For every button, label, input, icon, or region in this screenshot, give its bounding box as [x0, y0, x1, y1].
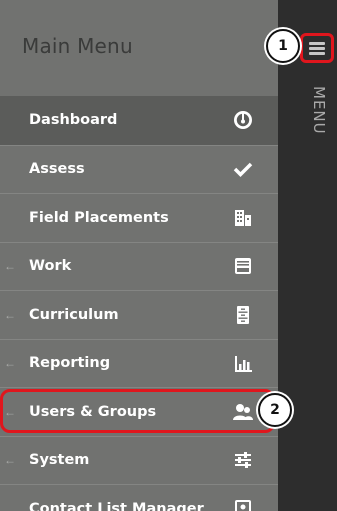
sliders-icon — [232, 449, 254, 471]
callout-badge-2: 2 — [258, 393, 292, 427]
menu-item-label: Assess — [29, 161, 85, 178]
menu-item-field-placements[interactable]: Field Placements — [0, 193, 278, 242]
menu-side-rail — [278, 0, 337, 511]
menu-item-dashboard[interactable]: Dashboard — [0, 96, 278, 145]
users-groups-highlight — [0, 389, 275, 433]
menu-item-system[interactable]: ← System — [0, 435, 278, 485]
menu-item-reporting[interactable]: ← Reporting — [0, 338, 278, 388]
file-cabinet-icon — [232, 304, 254, 326]
menu-rail-label: MENU — [310, 86, 328, 135]
menu-item-label: Reporting — [29, 355, 111, 372]
contact-card-icon — [232, 498, 254, 511]
main-menu-panel: Main Menu Dashboard Assess Field Placeme… — [0, 0, 278, 511]
menu-item-label: Work — [29, 258, 72, 275]
menu-toggle-button[interactable] — [300, 33, 334, 63]
bar-chart-icon — [232, 352, 254, 374]
expand-arrow-icon: ← — [4, 453, 16, 468]
menu-item-label: System — [29, 452, 90, 469]
menu-item-label: Field Placements — [29, 209, 169, 226]
building-icon — [232, 207, 254, 229]
menu-title: Main Menu — [22, 34, 133, 58]
inbox-tray-icon — [232, 255, 254, 277]
menu-header: Main Menu — [0, 0, 278, 96]
expand-arrow-icon: ← — [4, 356, 16, 371]
menu-item-curriculum[interactable]: ← Curriculum — [0, 290, 278, 339]
menu-item-contact-list-manager[interactable]: Contact List Manager — [0, 484, 278, 511]
hamburger-icon — [309, 41, 325, 55]
menu-item-label: Dashboard — [29, 112, 118, 129]
callout-badge-1: 1 — [266, 29, 300, 63]
checkmark-icon — [232, 158, 254, 180]
menu-item-label: Curriculum — [29, 306, 119, 323]
menu-list: Dashboard Assess Field Placements ← Work — [0, 96, 278, 511]
menu-item-work[interactable]: ← Work — [0, 241, 278, 291]
dashboard-gauge-icon — [232, 109, 254, 131]
menu-item-label: Contact List Manager — [29, 500, 204, 511]
menu-item-assess[interactable]: Assess — [0, 144, 278, 194]
expand-arrow-icon: ← — [4, 307, 16, 322]
expand-arrow-icon: ← — [4, 259, 16, 274]
